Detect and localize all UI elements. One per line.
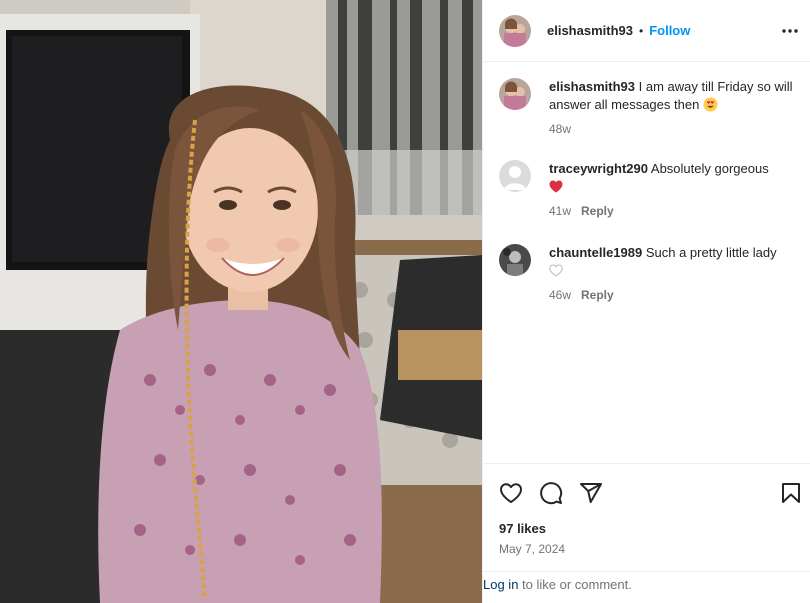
comment-time[interactable]: 46w [549,288,571,302]
comment-meta: 48w [549,122,571,136]
photo-of-smiling-girl [0,0,482,603]
post-panel: elishasmith93 • Follow elishasmith93 I a… [482,0,810,603]
profile-photo-icon [499,78,531,110]
comment-bubble-icon[interactable] [539,481,563,505]
list-item: chauntelle1989 Such a pretty little lady… [499,244,799,304]
post-actions: 97 likes May 7, 2024 [483,463,810,571]
separator-dot: • [639,23,644,38]
post-header: elishasmith93 • Follow [483,0,810,62]
post-date: May 7, 2024 [499,542,566,556]
like-count[interactable]: 97 likes [499,521,546,536]
list-item: traceywright290 Absolutely gorgeous 41w R… [499,160,799,220]
avatar[interactable] [499,14,531,47]
profile-photo-icon [499,244,531,276]
comment-text: Such a pretty little lady [645,245,777,260]
comment-username[interactable]: elishasmith93 [549,79,635,94]
profile-photo-icon [499,14,531,47]
like-comment-icon[interactable] [549,264,563,277]
comment-username[interactable]: traceywright290 [549,161,648,176]
avatar[interactable] [499,244,531,276]
reply-button[interactable]: Reply [581,288,614,302]
login-link[interactable]: Log in [483,577,518,592]
header-username[interactable]: elishasmith93 [547,23,633,38]
list-item: elishasmith93 I am away till Friday so w… [499,78,799,138]
comment-text: Absolutely gorgeous [650,161,769,176]
follow-button[interactable]: Follow [649,23,690,38]
red-heart-emoji [549,180,563,193]
heart-eyes-emoji [703,97,718,112]
post-photo[interactable] [0,0,482,603]
comment-time[interactable]: 41w [549,204,571,218]
comment-username[interactable]: chauntelle1989 [549,245,642,260]
avatar[interactable] [499,78,531,110]
comment-body: traceywright290 Absolutely gorgeous [549,160,799,196]
more-dots-icon[interactable] [781,22,799,40]
comment-body: chauntelle1989 Such a pretty little lady [549,244,799,277]
login-bar: Log in to like or comment. [483,571,810,603]
login-rest-text: to like or comment. [518,577,632,592]
avatar[interactable] [499,160,531,192]
comment-meta: 41w Reply [549,204,614,218]
default-user-icon [499,160,531,192]
heart-outline-icon[interactable] [499,481,523,505]
paper-plane-icon[interactable] [579,481,603,505]
comment-time[interactable]: 48w [549,122,571,136]
comment-body: elishasmith93 I am away till Friday so w… [549,78,799,114]
comment-meta: 46w Reply [549,288,614,302]
reply-button[interactable]: Reply [581,204,614,218]
login-prompt: Log in to like or comment. [483,577,632,592]
bookmark-icon[interactable] [779,481,803,505]
